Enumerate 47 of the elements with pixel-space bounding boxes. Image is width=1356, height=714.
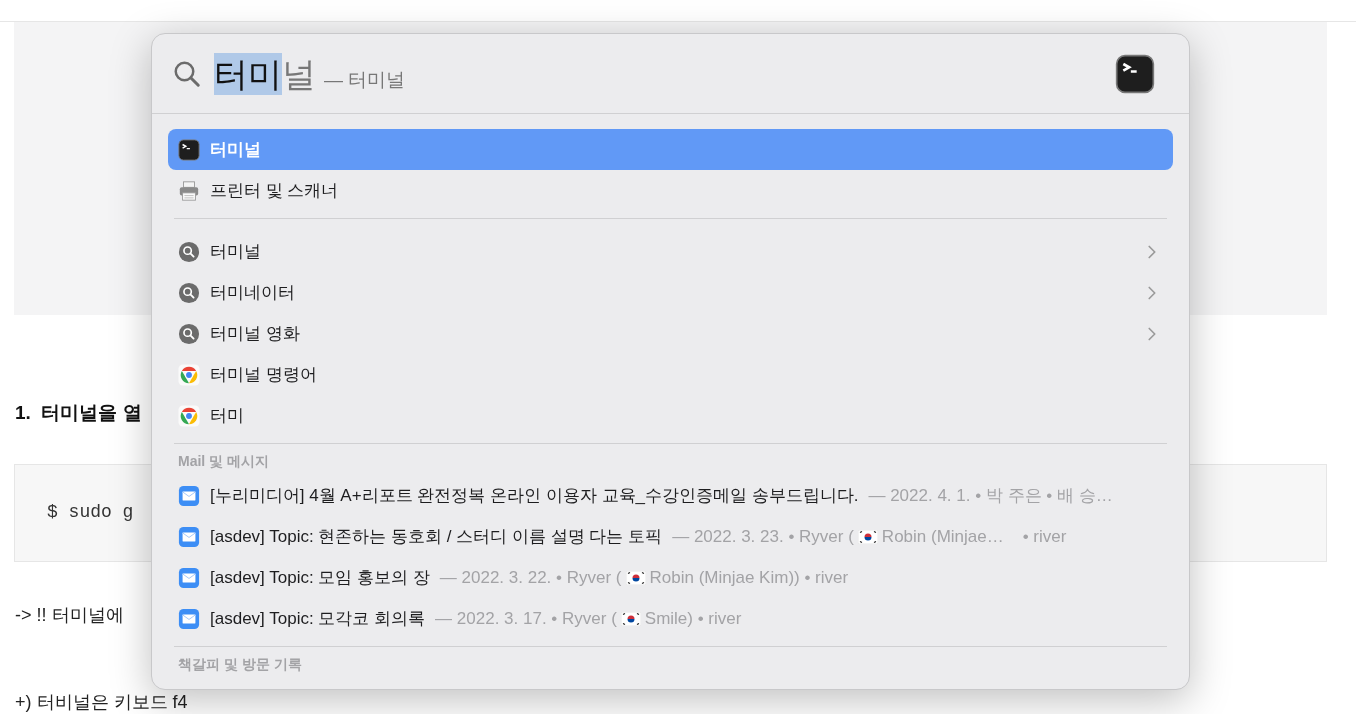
result-label: 터미 [210, 404, 244, 427]
envelope-icon [178, 484, 200, 507]
result-label: 터미널 영화 [210, 322, 300, 345]
mail-item[interactable]: [asdev] Topic: 현존하는 동호회 / 스터디 이름 설명 다는 토픽 — 2022. 3. 23. • Ryver ( Robin (Minjae… • river [168, 516, 1173, 557]
envelope-icon [178, 566, 200, 589]
result-label: 터미널 [210, 138, 261, 161]
result-item[interactable]: 터미 [168, 395, 1173, 436]
mail-subject: [asdev] Topic: 현존하는 동호회 / 스터디 이름 설명 다는 토픽 [210, 525, 663, 548]
mail-subject: [asdev] Topic: 모각코 회의록 [210, 607, 426, 630]
printer-icon [178, 179, 200, 202]
result-label: 터미널 [210, 240, 261, 263]
result-label: 터미널 명령어 [210, 363, 317, 386]
terminal-icon [1115, 53, 1155, 94]
mail-meta: Robin (Minjae Kim)) • river [649, 566, 849, 589]
search-icon [178, 240, 200, 263]
mail-meta: — 2022. 3. 23. • Ryver ( [672, 525, 854, 548]
envelope-icon [178, 525, 200, 548]
result-item[interactable]: 터미널 영화 [168, 313, 1173, 354]
search-field[interactable]: 터미 널 — 터미널 [214, 52, 406, 95]
mail-item[interactable]: [누리미디어] 4월 A+리포트 완전정복 온라인 이용자 교육_수강인증메일 송부드립니다. — 2022. 4. 1. • 박 주은 • 배 승… [168, 475, 1173, 516]
mail-item[interactable]: [asdev] Topic: 모임 홍보의 장 — 2022. 3. 22. • Ryver ( Robin (Minjae Kim)) • river [168, 557, 1173, 598]
result-label: 터미네이터 [210, 281, 295, 304]
search-icon [178, 281, 200, 304]
mail-meta: — 2022. 3. 22. • Ryver ( [439, 566, 622, 589]
envelope-icon [178, 607, 200, 630]
result-item[interactable]: 터미네이터 [168, 272, 1173, 313]
mail-subject: [asdev] Topic: 모임 홍보의 장 [210, 566, 430, 589]
browser-icon [178, 404, 200, 427]
result-label: 프린터 및 스캐너 [210, 179, 339, 202]
body-text: -> !! 터미널에 [15, 604, 124, 625]
result-item[interactable]: 프린터 및 스캐너 [168, 170, 1173, 211]
result-item[interactable]: 터미널 명령어 [168, 354, 1173, 395]
mail-meta: — 2022. 4. 1. • 박 주은 • 배 승… [868, 484, 1113, 507]
section-heading: 1. 터미널을 열 [15, 402, 142, 423]
section-header: 책갈피 및 방문 기록 [178, 654, 302, 674]
code-text: $ sudo g [47, 501, 134, 524]
mail-item[interactable]: [asdev] Topic: 모각코 회의록 — 2022. 3. 17. • Ryver ( Smile) • river [168, 598, 1173, 639]
result-item[interactable]: 터미널 [168, 231, 1173, 272]
section-header: Mail 및 메시지 [178, 451, 269, 471]
body-text: +) 터비널은 키보드 f4 [15, 691, 188, 712]
mail-meta: Smile) • river [644, 607, 742, 630]
mail-meta: Robin (Minjae… • river [881, 525, 1067, 548]
mail-subject: [누리미디어] 4월 A+리포트 완전정복 온라인 이용자 교육_수강인증메일 송부드립니다. [210, 484, 859, 507]
browser-icon [178, 363, 200, 386]
terminal-icon [178, 138, 200, 161]
search-icon [178, 322, 200, 345]
mail-meta: — 2022. 3. 17. • Ryver ( [435, 607, 617, 630]
